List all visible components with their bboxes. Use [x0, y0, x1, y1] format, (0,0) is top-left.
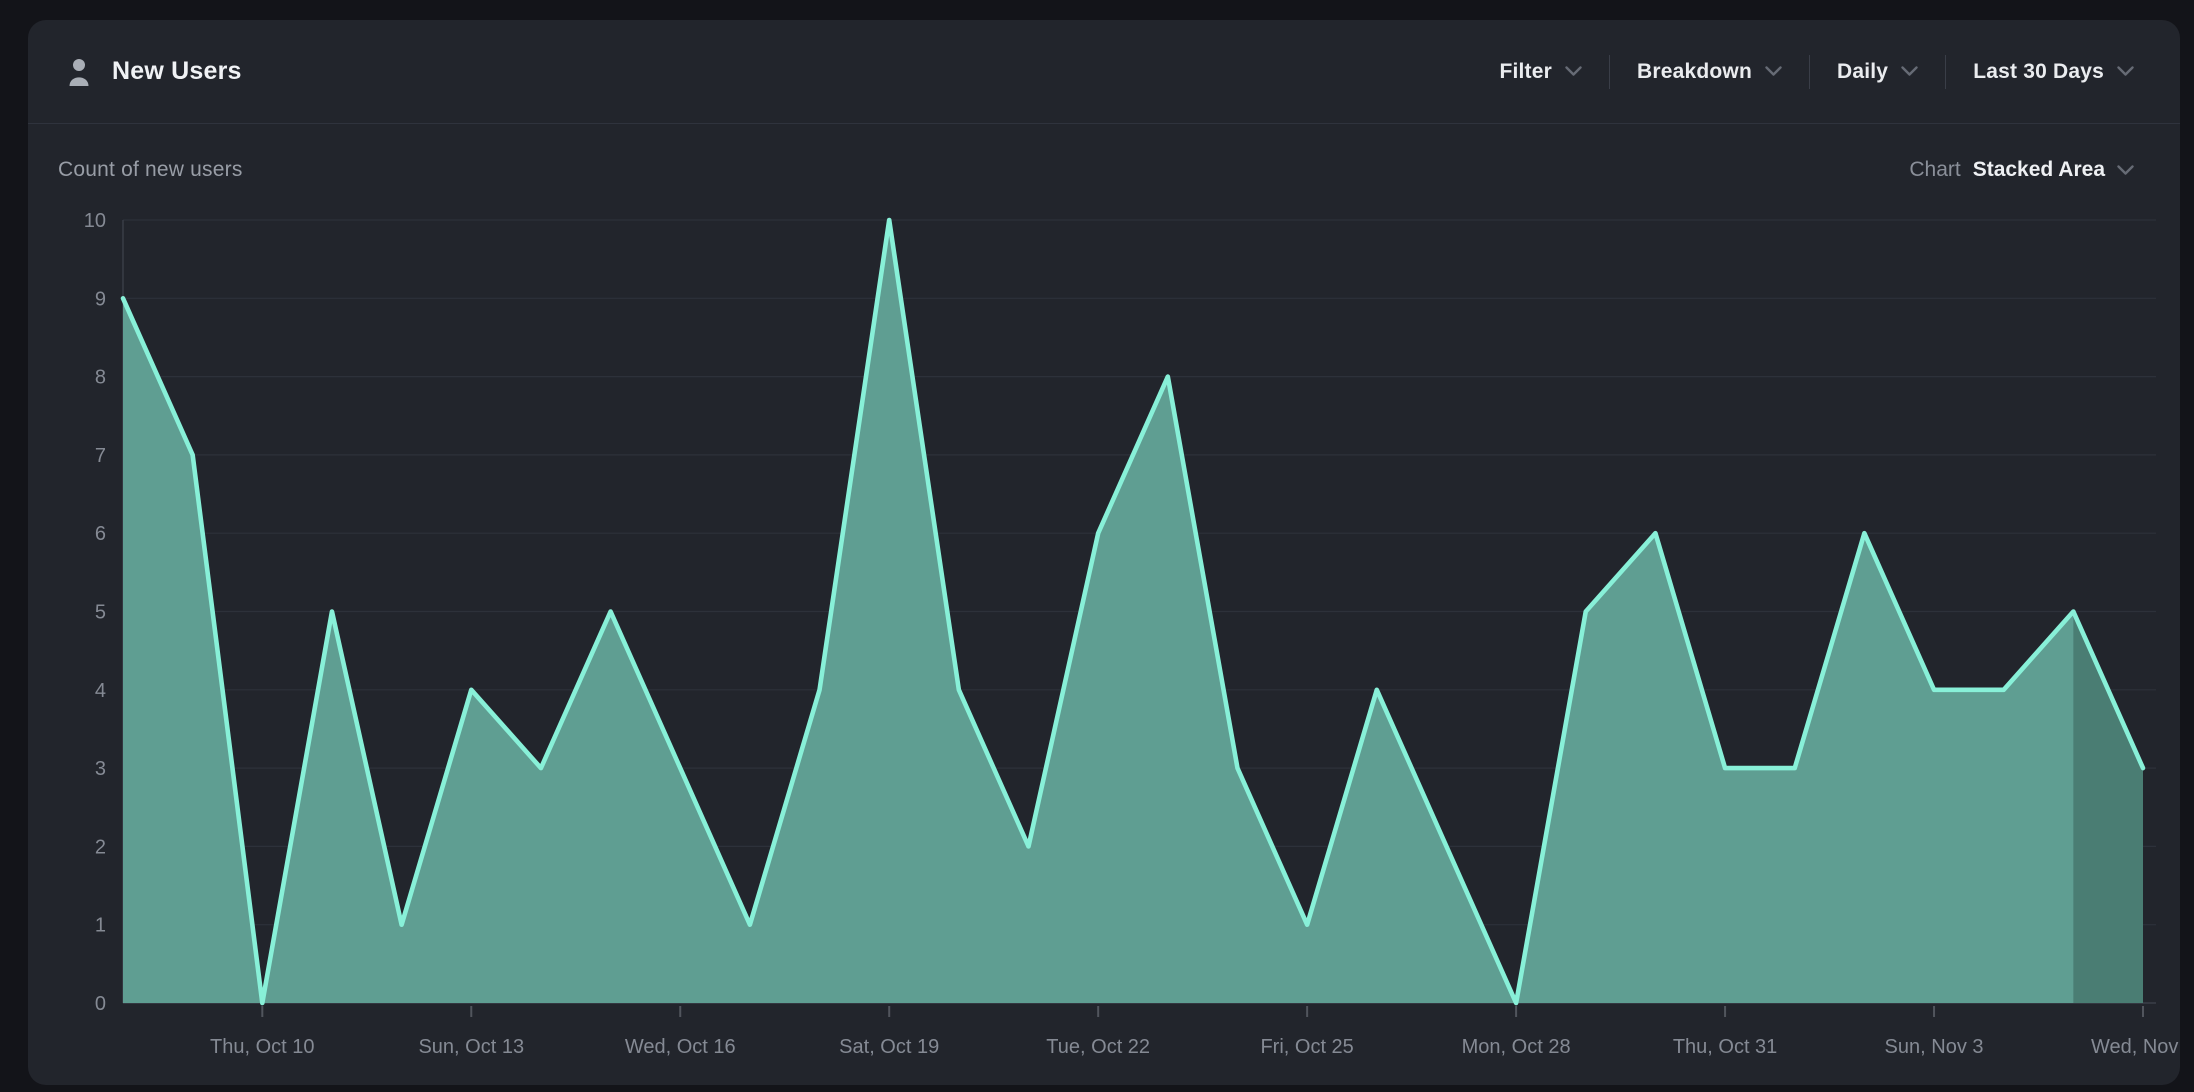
- svg-text:5: 5: [95, 602, 106, 624]
- svg-text:10: 10: [84, 210, 106, 232]
- svg-text:2: 2: [95, 836, 106, 858]
- y-axis-labels: 0 1 2 3 4 5 6 7 8 9 10: [84, 210, 106, 1015]
- svg-text:1: 1: [95, 915, 106, 937]
- svg-text:9: 9: [95, 288, 106, 310]
- axis-ticks: [262, 1006, 2143, 1017]
- svg-text:Wed, Oct 16: Wed, Oct 16: [625, 1036, 736, 1058]
- svg-text:6: 6: [95, 523, 106, 545]
- svg-text:Fri, Oct 25: Fri, Oct 25: [1260, 1036, 1353, 1058]
- svg-text:Mon, Oct 28: Mon, Oct 28: [1462, 1036, 1571, 1058]
- svg-text:Sat, Oct 19: Sat, Oct 19: [839, 1036, 939, 1058]
- svg-text:0: 0: [95, 993, 106, 1015]
- svg-text:Tue, Oct 22: Tue, Oct 22: [1046, 1036, 1150, 1058]
- svg-text:Thu, Oct 10: Thu, Oct 10: [210, 1036, 315, 1058]
- svg-text:Sun, Nov 3: Sun, Nov 3: [1885, 1036, 1984, 1058]
- new-users-card: New Users Filter Breakdown Daily Last 30…: [28, 20, 2180, 1085]
- area-chart-canvas[interactable]: 0 1 2 3 4 5 6 7 8 9 10 Thu, Oct 10 Sun, Oct 13 Wed, …: [28, 20, 2180, 1085]
- svg-text:Thu, Oct 31: Thu, Oct 31: [1673, 1036, 1778, 1058]
- svg-text:Wed, Nov 6: Wed, Nov 6: [2091, 1036, 2180, 1058]
- area-highlight: [2073, 612, 2143, 1004]
- x-axis-labels: Thu, Oct 10 Sun, Oct 13 Wed, Oct 16 Sat, Oc…: [210, 1036, 2180, 1058]
- svg-text:7: 7: [95, 445, 106, 467]
- svg-text:Sun, Oct 13: Sun, Oct 13: [418, 1036, 524, 1058]
- svg-text:4: 4: [95, 680, 106, 702]
- svg-text:3: 3: [95, 758, 106, 780]
- svg-text:8: 8: [95, 367, 106, 389]
